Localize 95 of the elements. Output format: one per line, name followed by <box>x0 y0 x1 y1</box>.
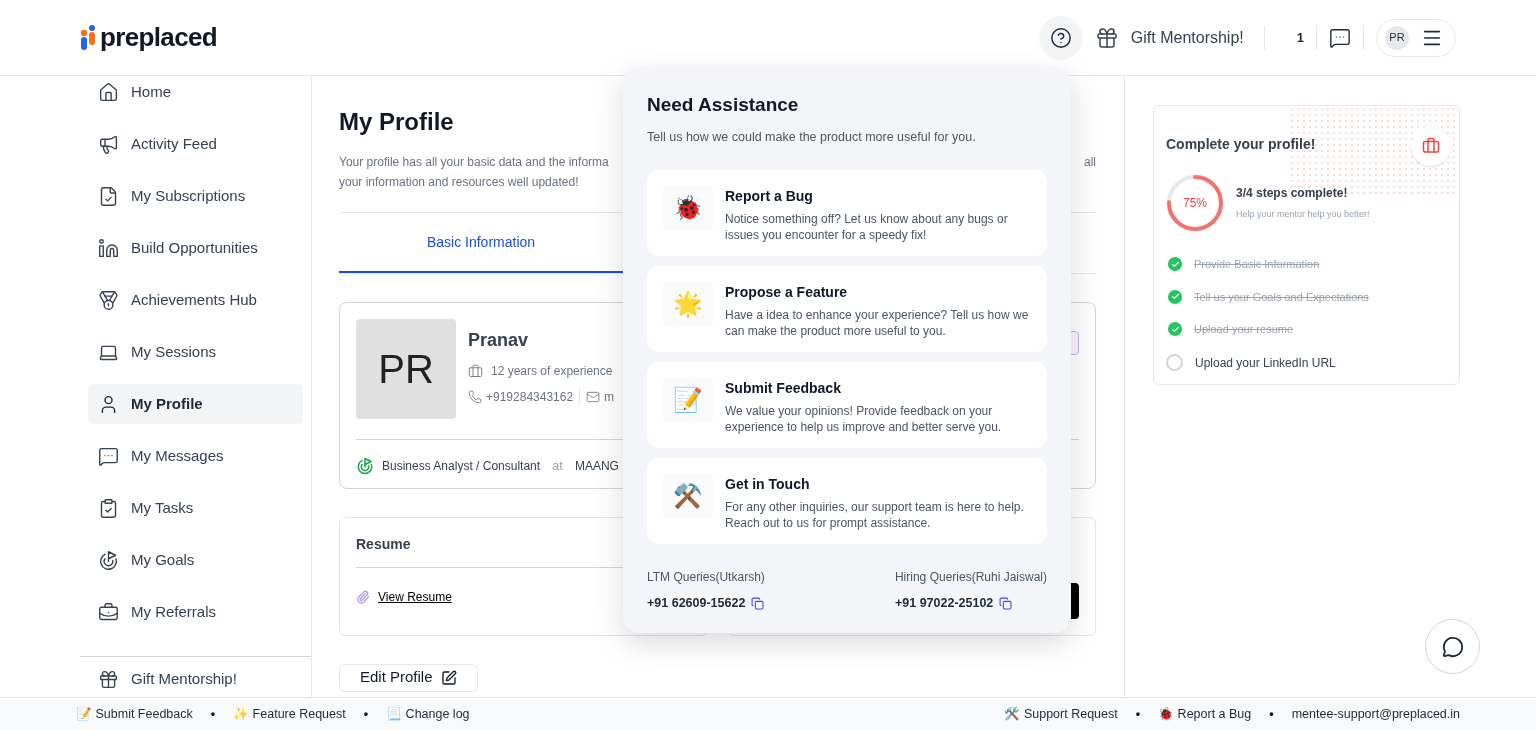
footer-link[interactable]: 📃 Change log <box>386 704 470 724</box>
role-text: Business Analyst / Consultant <box>382 457 541 475</box>
option-title: Submit Feedback <box>725 379 842 399</box>
profile-name: Pranav <box>468 329 530 352</box>
option-emoji: ⚒ <box>663 474 713 519</box>
document-check-icon <box>98 185 119 207</box>
phone-text: +919284343162 <box>486 389 574 406</box>
separator-dot: • <box>209 705 217 723</box>
target-icon <box>356 456 374 475</box>
sidebar-item[interactable]: My Profile <box>88 384 303 424</box>
help-icon <box>1049 26 1072 49</box>
steps-subtitle: Help your mentor help you better! <box>1236 208 1370 222</box>
briefcase-icon <box>468 363 483 379</box>
sidebar-item[interactable]: Achievements Hub <box>88 280 303 320</box>
completion-title: Complete your profile! <box>1166 135 1316 154</box>
sidebar-item[interactable]: Build Opportunities <box>88 228 303 268</box>
footer-link[interactable]: 📝 Submit Feedback <box>76 704 193 724</box>
contact-phone: +91 62609-15622 <box>647 595 746 613</box>
mail-icon <box>586 390 601 404</box>
medal-icon <box>98 289 119 311</box>
view-resume-link[interactable]: View Resume <box>378 587 452 606</box>
chat-icon <box>1441 635 1464 658</box>
popover-subtitle: Tell us how we could make the product more useful for you. <box>647 128 977 146</box>
footer-link[interactable]: 🐞 Report a Bug <box>1158 704 1252 724</box>
description-text: your information and resources well updated! <box>339 174 580 191</box>
gift-icon <box>1094 25 1119 50</box>
at-text: at <box>552 457 563 475</box>
progress-ring <box>1166 174 1224 232</box>
linkedin-icon <box>98 237 119 259</box>
contact-label: LTM Queries(Utkarsh) <box>647 569 765 587</box>
target-icon <box>98 549 119 571</box>
clipboard-check-icon <box>98 497 119 519</box>
email-text: m <box>604 389 615 406</box>
option-description: We value your opinions! Provide feedback on your experience to help us improve and better serve you. <box>725 403 1003 436</box>
footer-link[interactable]: ✨ Feature Request <box>233 704 346 724</box>
step-text: Tell us your Goals and Expectations <box>1194 289 1369 305</box>
step-text: Upload your resume <box>1194 322 1294 337</box>
option-description: Have a idea to enhance your experience? Tell us how we can make the product more useful to you. <box>725 307 1030 340</box>
edit-profile-button[interactable]: Edit Profile <box>339 663 478 692</box>
footer-link[interactable]: 🛠 Support Request <box>1004 704 1118 724</box>
experience-text: 12 years of experience <box>491 363 613 380</box>
copy-icon[interactable] <box>751 597 765 611</box>
gift-icon <box>98 668 119 690</box>
logo-text: preplaced <box>100 21 217 54</box>
description-text: all <box>1084 154 1096 171</box>
edit-icon <box>440 669 457 686</box>
chat-bubble-icon <box>98 445 119 467</box>
progress-percent: 75% <box>1183 197 1207 209</box>
paperclip-icon <box>356 589 370 604</box>
sidebar-item[interactable]: Activity Feed <box>88 124 303 164</box>
separator-dot: • <box>1268 705 1275 723</box>
description-text: Your profile has all your basic data and the informa <box>339 154 609 171</box>
home-icon <box>98 81 119 103</box>
sidebar-item[interactable]: My Subscriptions <box>88 176 303 216</box>
option-title: Get in Touch <box>725 475 811 495</box>
profile-avatar: PR <box>356 319 456 419</box>
option-description: For any other inquiries, our support team is here to help. Reach out to us for prompt assistance. <box>725 499 1025 532</box>
option-description: Notice something off? Let us know about any bugs or issues you encounter for a speedy fix! <box>725 211 1009 244</box>
user-avatar: PR <box>1385 25 1409 50</box>
assistance-option[interactable]: ⚒ Get in Touch For any other inquiries, our support team is here to help. Reach out to us for prompt assistance. <box>647 458 1047 545</box>
copy-icon[interactable] <box>999 597 1013 611</box>
messages-button[interactable] <box>1329 26 1351 49</box>
option-title: Report a Bug <box>725 187 814 207</box>
company-text: MAANG <box>574 457 619 475</box>
gift-mentorship-button[interactable]: Gift Mentorship! <box>1094 25 1244 50</box>
sidebar-item[interactable]: Gift Mentorship! <box>88 665 303 693</box>
briefcase-icon <box>98 601 119 623</box>
assistance-option[interactable]: 🌟 Propose a Feature Have a idea to enhance your experience? Tell us how we can make the product more useful to you. <box>647 266 1047 353</box>
option-emoji: 🌟 <box>663 282 713 327</box>
briefcase-badge <box>1411 126 1451 166</box>
sidebar-item[interactable]: Home <box>88 72 303 112</box>
notification-count: 1 <box>1296 28 1304 47</box>
steps-title: 3/4 steps complete! <box>1236 185 1349 203</box>
megaphone-icon <box>98 133 119 155</box>
sidebar-item[interactable]: My Goals <box>88 540 303 580</box>
contact-label: Hiring Queries(Ruhi Jaiswal) <box>894 569 1047 587</box>
option-title: Propose a Feature <box>725 283 849 303</box>
sidebar-item[interactable]: My Sessions <box>88 332 303 372</box>
sidebar-item[interactable]: My Tasks <box>88 488 303 528</box>
separator-dot: • <box>362 705 370 723</box>
popover-title: Need Assistance <box>647 93 800 117</box>
footer-link[interactable]: mentee-support@preplaced.in <box>1291 704 1460 724</box>
sidebar-item[interactable]: My Messages <box>88 436 303 476</box>
step-text: Provide Basic Information <box>1194 257 1320 272</box>
step-text: Upload your LinkedIn URL <box>1195 354 1336 372</box>
page-title: My Profile <box>339 107 454 137</box>
sidebar-item[interactable]: My Referrals <box>88 592 303 632</box>
option-emoji: 🐞 <box>663 186 713 231</box>
separator-dot: • <box>1134 705 1142 723</box>
contact-phone: +91 97022-25102 <box>894 595 994 613</box>
phone-icon <box>468 390 482 404</box>
assistance-option[interactable]: 🐞 Report a Bug Notice something off? Let us know about any bugs or issues you encounter for a speedy fix! <box>647 170 1047 257</box>
logo-icon <box>80 24 96 51</box>
option-emoji: 📝 <box>663 378 713 423</box>
assistance-option[interactable]: 📝 Submit Feedback We value your opinions! Provide feedback on your experience to help us improve and better serve you. <box>647 362 1047 449</box>
